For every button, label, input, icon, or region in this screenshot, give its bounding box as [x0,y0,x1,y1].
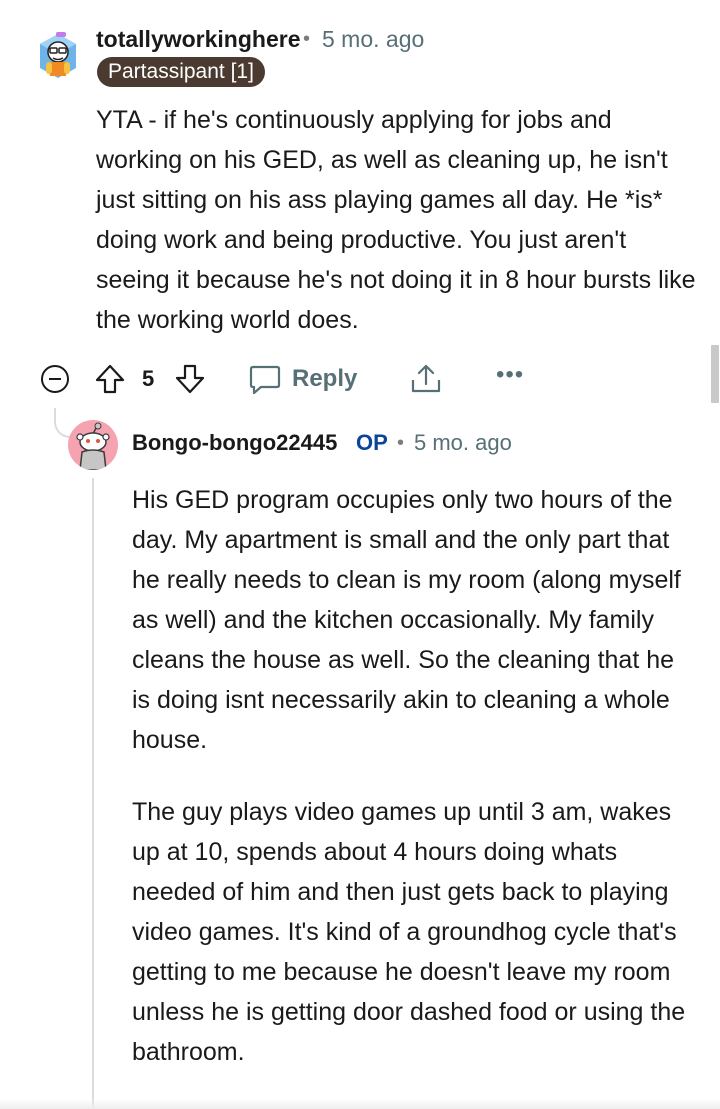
user-flair-badge: Partassipant [1] [97,57,265,87]
upvote-arrow-icon [95,364,125,394]
op-badge: OP [356,430,388,455]
comment-paragraph: YTA - if he's continuously applying for … [96,106,696,334]
meta-separator: • [397,432,405,454]
reply-timestamp[interactable]: 5 mo. ago [414,428,512,458]
upvote-button[interactable] [94,363,126,395]
share-button[interactable] [409,362,443,396]
downvote-arrow-icon [175,364,205,394]
reply-label: Reply [292,365,358,392]
meta-separator: • [303,28,311,50]
thread-connector [54,408,72,438]
more-options-button[interactable]: ••• [496,363,524,390]
comment-body: YTA - if he's continuously applying for … [96,100,696,340]
bottom-edge [0,1099,720,1109]
collapse-thread-button[interactable] [40,364,70,394]
reply-paragraph: His GED program occupies only two hours … [132,486,681,754]
snoo-avatar-icon [40,32,76,78]
comment-timestamp[interactable]: 5 mo. ago [322,24,424,54]
default-snoo-icon [76,422,110,470]
speech-bubble-icon [249,365,281,395]
reply-button[interactable]: Reply [248,362,357,396]
share-icon [411,364,441,393]
user-avatar[interactable] [36,32,80,80]
vote-score: 5 [142,366,155,391]
downvote-button[interactable] [174,363,206,395]
comment-author[interactable]: totallyworkinghere [96,24,300,54]
more-dots-icon: ••• [496,361,525,388]
reply-avatar[interactable] [68,420,118,470]
scrollbar-thumb[interactable] [711,345,719,403]
reply-author[interactable]: Bongo-bongo22445 [132,428,337,458]
thread-line[interactable] [92,478,94,1109]
collapse-minus-icon [41,365,69,393]
reply-paragraph: The guy plays video games up until 3 am,… [132,798,686,1066]
reply-body: His GED program occupies only two hours … [132,480,692,1104]
